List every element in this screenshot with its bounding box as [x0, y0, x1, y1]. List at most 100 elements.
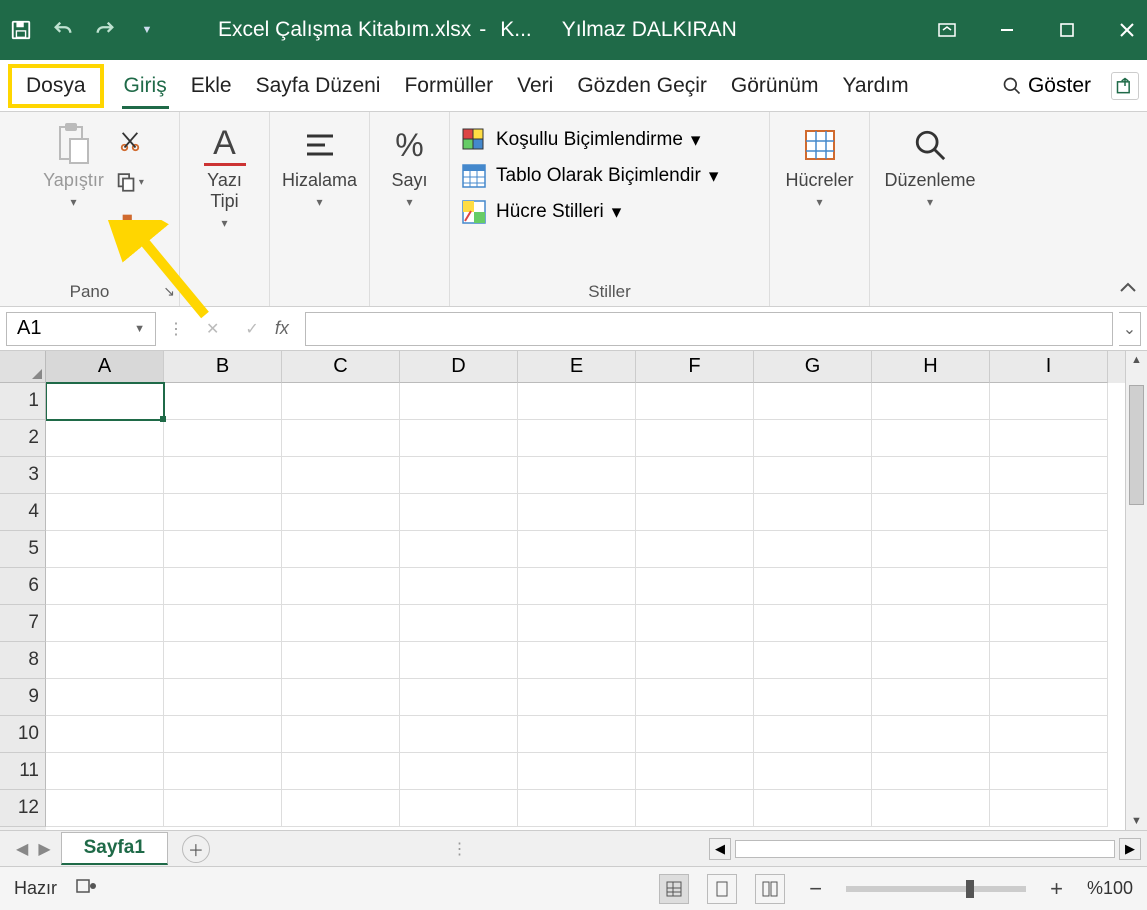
- cell[interactable]: [990, 790, 1108, 827]
- cell[interactable]: [518, 605, 636, 642]
- column-header[interactable]: A: [46, 351, 164, 383]
- cell[interactable]: [636, 605, 754, 642]
- copy-button[interactable]: ▾: [116, 168, 144, 196]
- cell[interactable]: [636, 568, 754, 605]
- cell[interactable]: [164, 716, 282, 753]
- scroll-up-icon[interactable]: ▲: [1126, 351, 1147, 369]
- cell[interactable]: [636, 420, 754, 457]
- cell[interactable]: [46, 531, 164, 568]
- cell[interactable]: [636, 383, 754, 420]
- cell[interactable]: [754, 716, 872, 753]
- collapse-ribbon-icon[interactable]: [1119, 281, 1137, 300]
- name-box-dropdown-icon[interactable]: ▼: [134, 323, 145, 335]
- cell[interactable]: [754, 531, 872, 568]
- cell[interactable]: [164, 642, 282, 679]
- horizontal-scrollbar[interactable]: ◀ ▶: [709, 838, 1141, 860]
- cell[interactable]: [754, 605, 872, 642]
- cell[interactable]: [46, 679, 164, 716]
- horizontal-scroll-track[interactable]: [735, 840, 1115, 858]
- cell[interactable]: [164, 531, 282, 568]
- cell[interactable]: [990, 716, 1108, 753]
- zoom-slider[interactable]: [846, 886, 1026, 892]
- cell[interactable]: [754, 420, 872, 457]
- cell[interactable]: [164, 679, 282, 716]
- cell[interactable]: [990, 420, 1108, 457]
- cell[interactable]: [518, 753, 636, 790]
- row-header[interactable]: 1: [0, 383, 46, 420]
- cell[interactable]: [754, 679, 872, 716]
- cell[interactable]: [872, 383, 990, 420]
- vertical-scrollbar[interactable]: ▲ ▼: [1125, 351, 1147, 830]
- cell[interactable]: [164, 494, 282, 531]
- row-header[interactable]: 6: [0, 568, 46, 605]
- cell[interactable]: [754, 753, 872, 790]
- cell[interactable]: [400, 753, 518, 790]
- tab-insert[interactable]: Ekle: [179, 64, 244, 108]
- cell[interactable]: [990, 642, 1108, 679]
- cell-styles-button[interactable]: Hücre Stilleri ▾: [460, 198, 759, 226]
- row-header[interactable]: 9: [0, 679, 46, 716]
- select-all-corner[interactable]: [0, 351, 46, 383]
- row-header[interactable]: 3: [0, 457, 46, 494]
- cell[interactable]: [754, 383, 872, 420]
- accept-formula-button[interactable]: ✓: [235, 319, 268, 339]
- add-sheet-button[interactable]: ＋: [182, 835, 210, 863]
- clipboard-dialog-launcher[interactable]: ↘: [163, 283, 175, 300]
- expand-formula-bar-icon[interactable]: ⌄: [1119, 312, 1141, 346]
- column-header[interactable]: H: [872, 351, 990, 383]
- format-painter-button[interactable]: [116, 208, 144, 236]
- minimize-icon[interactable]: [997, 20, 1017, 40]
- cell[interactable]: [164, 457, 282, 494]
- cell[interactable]: [518, 420, 636, 457]
- cell[interactable]: [872, 642, 990, 679]
- cell[interactable]: [400, 716, 518, 753]
- row-header[interactable]: 10: [0, 716, 46, 753]
- cell[interactable]: [282, 568, 400, 605]
- zoom-level[interactable]: %100: [1087, 878, 1133, 899]
- column-header[interactable]: E: [518, 351, 636, 383]
- cell[interactable]: [636, 753, 754, 790]
- cell[interactable]: [46, 420, 164, 457]
- share-button[interactable]: [1111, 72, 1139, 100]
- cell[interactable]: [400, 642, 518, 679]
- cell[interactable]: [636, 642, 754, 679]
- cell[interactable]: [872, 605, 990, 642]
- cell[interactable]: [518, 494, 636, 531]
- sheet-nav-prev-icon[interactable]: ◀: [16, 839, 28, 859]
- number-button[interactable]: % Sayı ▾: [381, 118, 439, 215]
- cell[interactable]: [46, 494, 164, 531]
- cell[interactable]: [754, 568, 872, 605]
- cell[interactable]: [46, 642, 164, 679]
- fx-label[interactable]: fx: [275, 318, 299, 339]
- cell[interactable]: [282, 790, 400, 827]
- sheet-tab[interactable]: Sayfa1: [61, 832, 168, 865]
- macro-record-icon[interactable]: [75, 877, 97, 900]
- cell[interactable]: [872, 568, 990, 605]
- row-header[interactable]: 12: [0, 790, 46, 827]
- zoom-in-button[interactable]: +: [1044, 876, 1069, 902]
- cell[interactable]: [636, 531, 754, 568]
- cell[interactable]: [872, 716, 990, 753]
- alignment-button[interactable]: Hizalama ▾: [274, 118, 365, 215]
- vertical-scroll-thumb[interactable]: [1129, 385, 1144, 505]
- format-as-table-button[interactable]: Tablo Olarak Biçimlendir ▾: [460, 162, 759, 190]
- cell[interactable]: [164, 568, 282, 605]
- cell[interactable]: [400, 531, 518, 568]
- cell[interactable]: [872, 753, 990, 790]
- undo-icon[interactable]: [52, 19, 74, 41]
- cell[interactable]: [400, 494, 518, 531]
- cell[interactable]: [164, 753, 282, 790]
- cell[interactable]: [282, 642, 400, 679]
- cut-button[interactable]: [116, 128, 144, 156]
- column-header[interactable]: B: [164, 351, 282, 383]
- row-header[interactable]: 7: [0, 605, 46, 642]
- cell[interactable]: [164, 383, 282, 420]
- paste-button[interactable]: Yapıştır ▾: [35, 118, 112, 215]
- zoom-slider-thumb[interactable]: [966, 880, 974, 898]
- cell[interactable]: [46, 568, 164, 605]
- tab-review[interactable]: Gözden Geçir: [565, 64, 719, 108]
- cell[interactable]: [518, 531, 636, 568]
- cell[interactable]: [46, 716, 164, 753]
- cell[interactable]: [990, 494, 1108, 531]
- row-header[interactable]: 4: [0, 494, 46, 531]
